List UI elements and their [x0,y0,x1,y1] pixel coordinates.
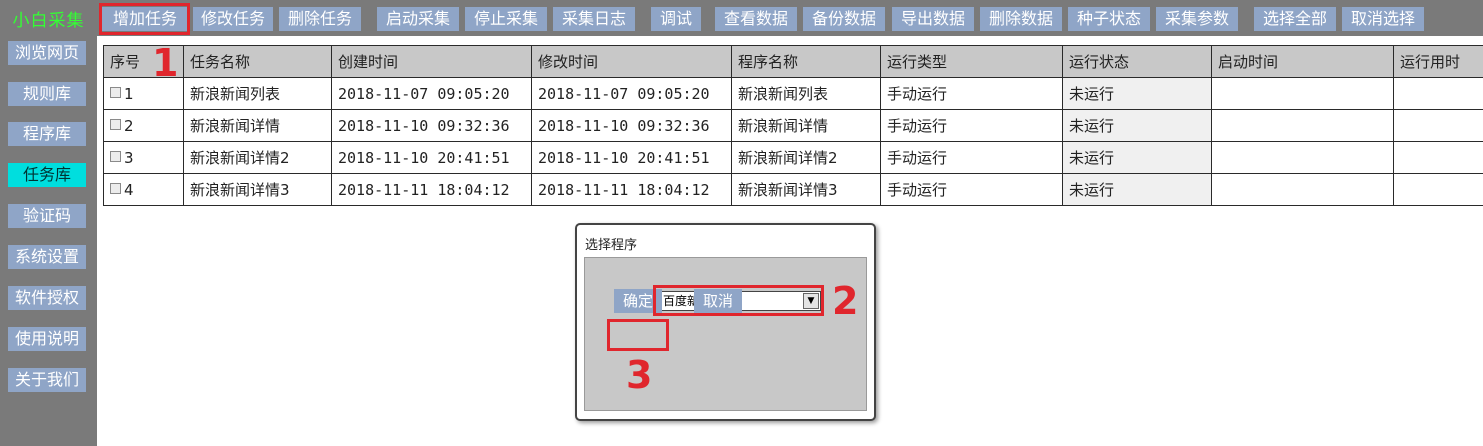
run-type-cell: 手动运行 [880,173,1063,206]
created-time-cell: 2018-11-10 09:32:36 [331,109,532,142]
run-status-cell: 未运行 [1062,141,1212,174]
deselect-button[interactable]: 取消选择 [1342,7,1424,31]
app-brand: 小白采集 [12,11,85,31]
select-program-dialog: 选择程序 程序 百度新闻搜索 ▼ [575,223,876,421]
created-time-cell: 2018-11-10 20:41:51 [331,141,532,174]
column-header-duration[interactable]: 运行用时 [1393,45,1483,78]
task-name-cell: 新浪新闻详情3 [183,173,332,206]
edit-task-button[interactable]: 修改任务 [193,7,273,31]
row-checkbox[interactable] [110,183,121,194]
view-data-button[interactable]: 查看数据 [715,7,797,31]
debug-button[interactable]: 调试 [651,7,701,31]
table-header-row: 序号 任务名称 创建时间 修改时间 程序名称 运行类型 运行状态 启动时间 运行… [103,45,1483,78]
start-collect-button[interactable]: 启动采集 [377,7,459,31]
column-header-task-name[interactable]: 任务名称 [183,45,332,78]
collect-log-button[interactable]: 采集日志 [553,7,635,31]
run-status-cell: 未运行 [1062,109,1212,142]
row-checkbox[interactable] [110,151,121,162]
sidebar: 小白采集 浏览网页 规则库 程序库 任务库 验证码 系统设置 软件授权 使用说明… [0,0,97,446]
start-time-cell [1211,173,1394,206]
column-header-created[interactable]: 创建时间 [331,45,532,78]
stop-collect-button[interactable]: 停止采集 [465,7,547,31]
sidebar-item-browse[interactable]: 浏览网页 [8,41,86,65]
row-index: 4 [124,180,134,199]
toolbar: 增加任务 修改任务 删除任务 启动采集 停止采集 采集日志 调试 查看数据 备份… [97,0,1483,36]
start-time-cell [1211,77,1394,110]
sidebar-item-help[interactable]: 使用说明 [8,327,86,351]
column-header-status[interactable]: 运行状态 [1062,45,1212,78]
duration-cell [1393,109,1483,142]
row-index: 3 [124,148,134,167]
modified-time-cell: 2018-11-10 20:41:51 [531,141,732,174]
start-time-cell [1211,141,1394,174]
modified-time-cell: 2018-11-10 09:32:36 [531,109,732,142]
row-checkbox[interactable] [110,119,121,130]
table-row[interactable]: 3 新浪新闻详情2 2018-11-10 20:41:51 2018-11-10… [103,141,1483,174]
table-row[interactable]: 1 新浪新闻列表 2018-11-07 09:05:20 2018-11-07 … [103,77,1483,110]
row-index-cell[interactable]: 4 [103,173,184,206]
modified-time-cell: 2018-11-07 09:05:20 [531,77,732,110]
export-data-button[interactable]: 导出数据 [892,7,974,31]
program-name-cell: 新浪新闻列表 [731,77,881,110]
program-name-cell: 新浪新闻详情 [731,109,881,142]
row-index-cell[interactable]: 2 [103,109,184,142]
step-2-label: 2 [832,279,859,323]
sidebar-item-programs[interactable]: 程序库 [8,122,86,146]
row-checkbox[interactable] [110,87,121,98]
task-name-cell: 新浪新闻列表 [183,77,332,110]
modified-time-cell: 2018-11-11 18:04:12 [531,173,732,206]
add-task-button[interactable]: 增加任务 [102,7,188,31]
program-name-cell: 新浪新闻详情2 [731,141,881,174]
confirm-button[interactable]: 确定 [614,289,662,313]
sidebar-item-rules[interactable]: 规则库 [8,82,86,106]
start-time-cell [1211,109,1394,142]
program-name-cell: 新浪新闻详情3 [731,173,881,206]
run-status-cell: 未运行 [1062,173,1212,206]
row-index-cell[interactable]: 3 [103,141,184,174]
backup-data-button[interactable]: 备份数据 [803,7,885,31]
delete-data-button[interactable]: 删除数据 [980,7,1062,31]
task-table: 序号 任务名称 创建时间 修改时间 程序名称 运行类型 运行状态 启动时间 运行… [103,45,1483,206]
sidebar-item-about[interactable]: 关于我们 [8,368,86,392]
table-row[interactable]: 4 新浪新闻详情3 2018-11-11 18:04:12 2018-11-11… [103,173,1483,206]
row-index: 2 [124,116,134,135]
row-index: 1 [124,84,134,103]
select-all-button[interactable]: 选择全部 [1254,7,1336,31]
step-3-label: 3 [626,353,653,397]
collect-params-button[interactable]: 采集参数 [1156,7,1238,31]
sidebar-item-license[interactable]: 软件授权 [8,286,86,310]
run-type-cell: 手动运行 [880,77,1063,110]
column-header-modified[interactable]: 修改时间 [531,45,732,78]
run-type-cell: 手动运行 [880,141,1063,174]
chevron-down-icon[interactable]: ▼ [803,293,819,309]
sidebar-item-captcha[interactable]: 验证码 [8,204,86,228]
delete-task-button[interactable]: 删除任务 [279,7,361,31]
column-header-program[interactable]: 程序名称 [731,45,881,78]
duration-cell [1393,141,1483,174]
task-name-cell: 新浪新闻详情 [183,109,332,142]
duration-cell [1393,77,1483,110]
duration-cell [1393,173,1483,206]
run-type-cell: 手动运行 [880,109,1063,142]
sidebar-item-settings[interactable]: 系统设置 [8,245,86,269]
table-row[interactable]: 2 新浪新闻详情 2018-11-10 09:32:36 2018-11-10 … [103,109,1483,142]
sidebar-item-tasks[interactable]: 任务库 [8,163,86,187]
column-header-run-type[interactable]: 运行类型 [880,45,1063,78]
seed-status-button[interactable]: 种子状态 [1068,7,1150,31]
created-time-cell: 2018-11-07 09:05:20 [331,77,532,110]
column-header-start-time[interactable]: 启动时间 [1211,45,1394,78]
cancel-button[interactable]: 取消 [694,289,742,313]
run-status-cell: 未运行 [1062,77,1212,110]
step-1-label: 1 [152,41,179,85]
dialog-title: 选择程序 [585,238,638,253]
created-time-cell: 2018-11-11 18:04:12 [331,173,532,206]
task-name-cell: 新浪新闻详情2 [183,141,332,174]
